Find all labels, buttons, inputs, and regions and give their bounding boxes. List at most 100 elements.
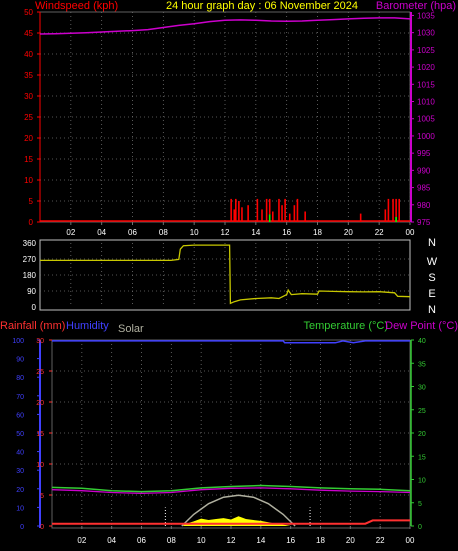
wind-baro-grid	[40, 12, 411, 222]
windspeed-tick-label: 45	[24, 29, 33, 38]
humidity-tick-label: 70	[16, 394, 24, 401]
windspeed-tick-label: 40	[24, 50, 33, 59]
graph-title: 24 hour graph day : 06 November 2024	[166, 0, 358, 12]
rainfall-axis-title: Rainfall (mm)	[0, 320, 65, 332]
time-tick-label: 02	[66, 228, 75, 237]
rainfall-axis: 0 5 10 15 20 25 30	[36, 338, 52, 531]
barometer-line	[39, 17, 411, 35]
barometer-tick-label: 1035	[417, 11, 435, 20]
windspeed-tick-label: 5	[29, 197, 34, 206]
barometer-tick-label: 1025	[417, 46, 435, 55]
barometer-tick-label: 1005	[417, 115, 435, 124]
temperature-axis: 0 5 10 15 20 25 30 35 40	[410, 338, 426, 531]
time-tick-label: 12	[227, 536, 236, 545]
weather-graph-page: Windspeed (kph) 24 hour graph day : 06 N…	[0, 0, 458, 551]
temperature-tick-label: 30	[418, 385, 426, 392]
wind-direction-degree-label: 180	[23, 271, 37, 280]
time-tick-label: 14	[256, 536, 265, 545]
humidity-tick-label: 80	[16, 375, 24, 382]
barometer-tick-label: 1010	[417, 98, 435, 107]
barometer-axis-title: Barometer (hpa)	[376, 0, 456, 12]
rainfall-tick-label: 30	[36, 338, 44, 345]
temperature-axis-title: Temperature (°C)	[304, 320, 388, 332]
windspeed-tick-label: 35	[24, 71, 33, 80]
windspeed-tick-label: 0	[29, 218, 34, 227]
compass-point-label: S	[428, 272, 435, 284]
time-tick-label: 10	[190, 228, 199, 237]
wind-direction-degree-label: 270	[23, 255, 37, 264]
wind-direction-degree-axis: 0 90 180 270 360	[23, 239, 37, 312]
time-tick-label: 22	[376, 536, 385, 545]
temperature-tick-label: 15	[418, 454, 426, 461]
humidity-line	[52, 340, 410, 344]
time-tick-label: 04	[97, 228, 106, 237]
barometer-tick-label: 1020	[417, 63, 435, 72]
time-tick-label: 06	[128, 228, 137, 237]
wind-direction-degree-label: 90	[27, 287, 36, 296]
time-tick-label: 00	[406, 228, 415, 237]
dewpoint-axis-title: Dew Point (°C)	[385, 320, 458, 332]
weather-graph-canvas: Windspeed (kph) 24 hour graph day : 06 N…	[0, 0, 458, 545]
temperature-tick-label: 0	[418, 524, 422, 531]
windspeed-tick-label: 10	[24, 176, 33, 185]
compass-point-label: N	[428, 304, 436, 316]
humidity-tick-label: 50	[16, 431, 24, 438]
windspeed-axis: 0 5 10 15 20 25 30 35 40 45 50	[24, 8, 41, 227]
time-tick-label: 06	[137, 536, 146, 545]
windspeed-axis-title: Windspeed (kph)	[35, 0, 118, 12]
humidity-tick-label: 40	[16, 450, 24, 457]
barometer-axis: 975 980 985 990 995 1000 1005 1010 1015 1020 1025 1…	[410, 11, 435, 227]
rainfall-tick-label: 0	[40, 524, 44, 531]
rainfall-tick-label: 15	[36, 431, 44, 438]
temperature-tick-label: 5	[418, 501, 422, 508]
time-tick-label: 14	[251, 228, 260, 237]
time-tick-label: 02	[77, 536, 86, 545]
temperature-tick-label: 25	[418, 408, 426, 415]
time-tick-label: 20	[346, 536, 355, 545]
time-tick-label: 16	[282, 228, 291, 237]
time-tick-label: 08	[167, 536, 176, 545]
compass-point-label: N	[428, 237, 436, 249]
barometer-tick-label: 995	[417, 149, 431, 158]
barometer-tick-label: 1030	[417, 29, 435, 38]
rainfall-tick-label: 25	[36, 369, 44, 376]
rainfall-tick-label: 20	[36, 400, 44, 407]
compass-point-label: E	[428, 288, 435, 300]
barometer-tick-label: 985	[417, 184, 431, 193]
temperature-tick-label: 10	[418, 478, 426, 485]
time-tick-label: 08	[159, 228, 168, 237]
time-tick-label: 10	[197, 536, 206, 545]
windspeed-tick-label: 50	[24, 8, 33, 17]
wind-direction-degree-label: 360	[23, 239, 37, 248]
rain-humidity-temp-grid	[52, 340, 410, 526]
solar-label: Solar	[118, 323, 144, 335]
humidity-tick-label: 10	[16, 505, 24, 512]
time-tick-label: 18	[313, 228, 322, 237]
windspeed-tick-label: 15	[24, 155, 33, 164]
rain-humidity-temp-time-axis: 02 04 06 08 10 12 14 16 18 20 22 00	[77, 526, 415, 545]
humidity-tick-label: 100	[12, 338, 24, 345]
rainfall-tick-label: 10	[36, 462, 44, 469]
time-tick-label: 00	[406, 536, 415, 545]
humidity-tick-label: 30	[16, 468, 24, 475]
windspeed-series	[40, 198, 410, 222]
humidity-tick-label: 60	[16, 412, 24, 419]
rainfall-tick-label: 5	[40, 493, 44, 500]
windspeed-tick-label: 20	[24, 134, 33, 143]
time-tick-label: 16	[286, 536, 295, 545]
compass-point-label: W	[427, 256, 438, 268]
windspeed-tick-label: 25	[24, 113, 33, 122]
barometer-tick-label: 980	[417, 201, 431, 210]
wind-direction-grid	[40, 243, 410, 307]
time-tick-label: 12	[221, 228, 230, 237]
time-tick-label: 22	[375, 228, 384, 237]
humidity-tick-label: 0	[20, 524, 24, 531]
windspeed-tick-label: 30	[24, 92, 33, 101]
temperature-tick-label: 20	[418, 431, 426, 438]
barometer-tick-label: 1015	[417, 80, 435, 89]
wind-baro-time-axis: 02 04 06 08 10 12 14 16 18 20 22 00	[66, 222, 415, 237]
barometer-tick-label: 1000	[417, 132, 435, 141]
temperature-tick-label: 40	[418, 338, 426, 345]
time-tick-label: 04	[107, 536, 116, 545]
humidity-tick-label: 20	[16, 487, 24, 494]
